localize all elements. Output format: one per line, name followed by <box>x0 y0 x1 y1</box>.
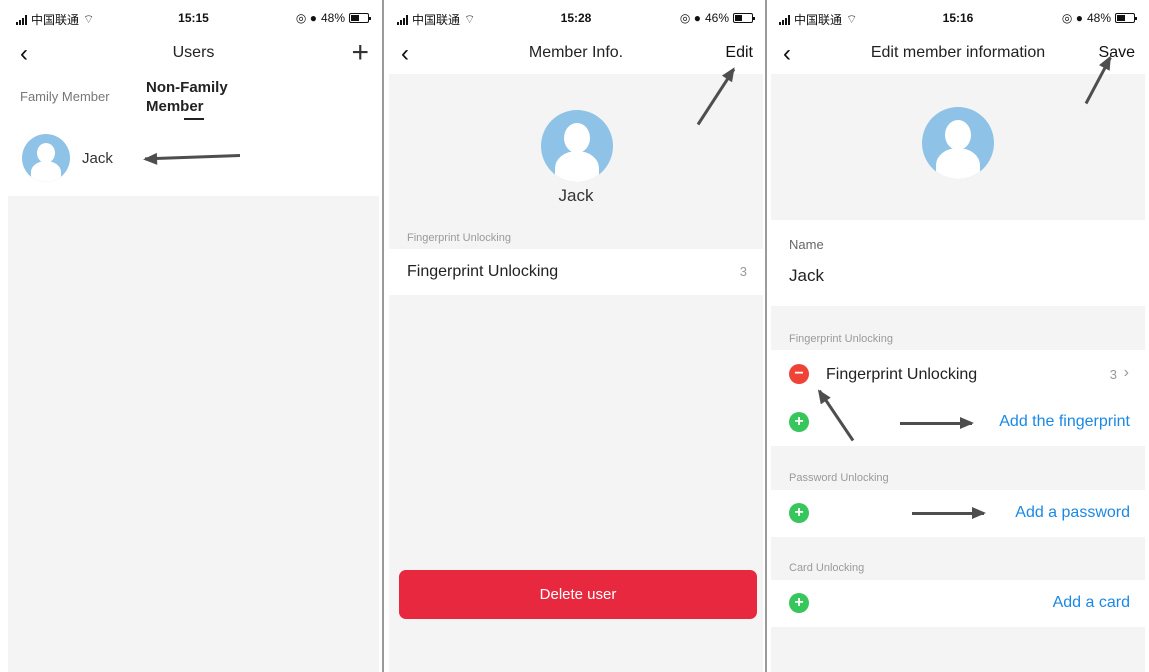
battery-icon <box>733 13 755 23</box>
avatar-icon <box>22 134 70 182</box>
name-row[interactable]: Name Jack <box>771 220 1145 306</box>
section-label: Fingerprint Unlocking <box>407 232 511 244</box>
battery-percent: 48% <box>320 11 345 25</box>
plus-icon[interactable]: + <box>351 38 369 68</box>
alarm-icon: ◎ ● <box>1061 11 1083 25</box>
name-label: Name <box>789 237 824 252</box>
battery-icon <box>1115 13 1137 23</box>
fingerprint-row-label[interactable]: Fingerprint Unlocking <box>826 366 977 384</box>
tab-non-family-member[interactable]: Non-Family Member <box>146 78 228 120</box>
edit-button[interactable]: Edit <box>725 44 753 62</box>
battery-icon <box>349 13 371 23</box>
page-title: Member Info. <box>528 44 624 61</box>
avatar-icon <box>922 107 994 179</box>
tab-family-member-label: Family Member <box>20 89 110 104</box>
plus-icon[interactable]: + <box>789 593 809 613</box>
tab-line-1: Non-Family <box>146 79 228 96</box>
tab-family-member[interactable]: Family Member <box>20 89 110 104</box>
chevron-right-icon[interactable]: › <box>1124 364 1129 382</box>
avatar-icon <box>541 110 613 182</box>
user-list-panel: Family Member Non-Family Member Jack <box>8 74 379 196</box>
delete-user-label: Delete user <box>539 586 617 603</box>
profile-name: Jack <box>558 186 594 205</box>
page-title: Edit member information <box>870 44 1046 61</box>
name-field[interactable]: Jack <box>789 266 824 286</box>
arrow-annotation <box>696 68 736 126</box>
battery-percent: 46% <box>704 11 729 25</box>
alarm-icon: ◎ ● <box>679 11 701 25</box>
card-section-label: Card Unlocking <box>789 562 865 574</box>
status-bar: 中国联通 ⌔ 15:28 ◎ ● 46% <box>389 0 763 34</box>
page-title: Users <box>172 44 215 61</box>
add-card-link[interactable]: Add a card <box>1053 594 1130 612</box>
fingerprint-row[interactable]: Fingerprint Unlocking 3 <box>389 249 763 295</box>
nav-bar: ‹ Edit member information Save <box>771 34 1145 74</box>
nav-bar: ‹ Users + <box>8 34 379 74</box>
users-screen: 中国联通 ⌔ 15:15 ◎ ● 48% ‹ Users + Family Me… <box>8 0 379 672</box>
divider <box>382 0 384 672</box>
tab-underline <box>184 118 204 120</box>
alarm-icon: ◎ ● <box>295 11 317 25</box>
user-name: Jack <box>82 150 113 167</box>
plus-icon[interactable]: + <box>789 412 809 432</box>
fingerprint-count: 3 <box>1109 367 1117 382</box>
status-bar: 中国联通 ⌔ 15:16 ◎ ● 48% <box>771 0 1145 34</box>
fingerprint-section-label: Fingerprint Unlocking <box>789 333 893 345</box>
delete-user-button[interactable]: Delete user <box>399 570 757 619</box>
add-password-link[interactable]: Add a password <box>1015 504 1130 522</box>
battery-percent: 48% <box>1086 11 1111 25</box>
plus-icon[interactable]: + <box>789 503 809 523</box>
arrow-annotation <box>912 507 986 519</box>
status-bar: 中国联通 ⌔ 15:15 ◎ ● 48% <box>8 0 379 34</box>
fingerprint-row-label: Fingerprint Unlocking <box>407 263 559 280</box>
edit-member-screen: 中国联通 ⌔ 15:16 ◎ ● 48% ‹ Edit member infor… <box>771 0 1145 672</box>
card-section: + Add a card <box>771 580 1145 627</box>
fingerprint-count: 3 <box>739 264 747 279</box>
minus-icon[interactable]: − <box>789 364 809 384</box>
divider <box>765 0 767 672</box>
member-info-screen: 中国联通 ⌔ 15:28 ◎ ● 46% ‹ Member Info. Edit… <box>389 0 763 672</box>
password-section-label: Password Unlocking <box>789 472 889 484</box>
arrow-annotation <box>900 417 974 429</box>
tab-line-2: Member <box>146 98 204 115</box>
add-fingerprint-link[interactable]: Add the fingerprint <box>999 413 1130 431</box>
nav-bar: ‹ Member Info. Edit <box>389 34 763 74</box>
